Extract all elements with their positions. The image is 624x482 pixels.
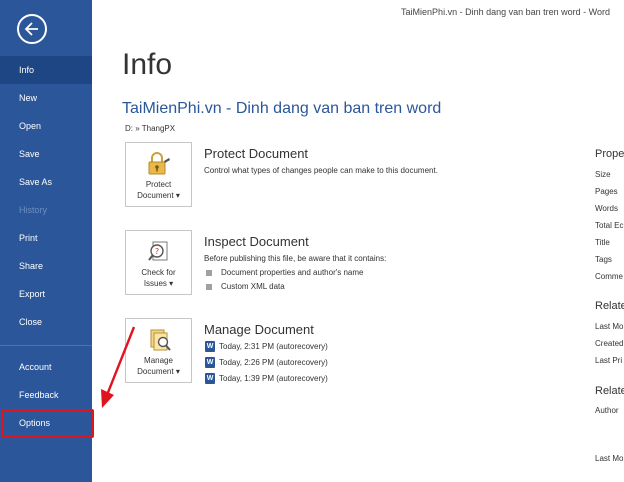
red-arrow-annotation — [101, 326, 136, 408]
